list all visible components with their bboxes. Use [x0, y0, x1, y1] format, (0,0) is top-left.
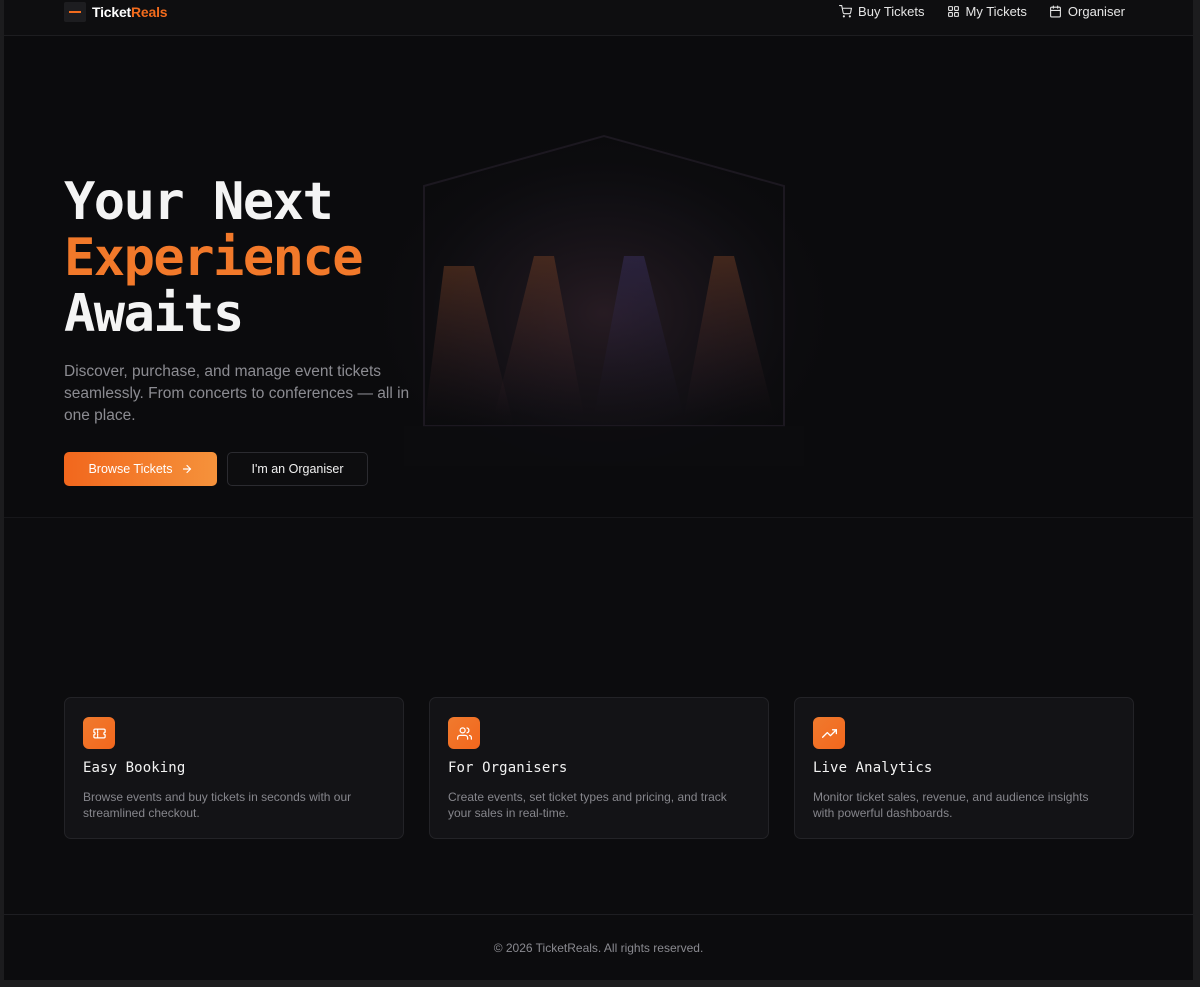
nav-link-my-tickets[interactable]: My Tickets	[947, 4, 1027, 19]
hero-subtitle: Discover, purchase, and manage event tic…	[64, 363, 410, 424]
brand-name: TicketReals	[92, 4, 168, 20]
hero-title: Your Next Experience Awaits	[64, 172, 364, 344]
feature-title: Easy Booking	[83, 760, 186, 776]
feature-icon-badge	[83, 717, 115, 749]
cart-icon	[839, 5, 853, 18]
nav-link-organiser[interactable]: Organiser	[1049, 4, 1125, 19]
brand-name-part1: Ticket	[92, 4, 132, 20]
brand-name-part2: Reals	[131, 4, 168, 20]
ticket-icon	[92, 728, 106, 738]
feature-card-easy-booking: Easy Booking Browse events and buy ticke…	[64, 697, 404, 839]
feature-description: Browse events and buy tickets in seconds…	[83, 790, 352, 820]
browse-tickets-label: Browse Tickets	[88, 462, 173, 476]
nav-link-buy-tickets[interactable]: Buy Tickets	[839, 4, 925, 19]
organiser-button[interactable]: I'm an Organiser	[227, 452, 368, 486]
feature-card-for-organisers: For Organisers Create events, set ticket…	[429, 697, 769, 839]
footer: © 2026 TicketReals. All rights reserved.	[4, 914, 1193, 980]
feature-icon-badge	[448, 717, 480, 749]
hero-title-line-1: Your Next	[64, 172, 334, 232]
feature-icon-badge	[813, 717, 845, 749]
hero-title-line-2: Experience	[64, 228, 364, 288]
feature-card-live-analytics: Live Analytics Monitor ticket sales, rev…	[794, 697, 1134, 839]
feature-description: Create events, set ticket types and pric…	[448, 790, 727, 820]
nav-links: Buy Tickets My Tickets Organiser	[839, 4, 1125, 19]
feature-title: Live Analytics	[813, 760, 933, 776]
browse-tickets-button[interactable]: Browse Tickets	[64, 452, 217, 486]
feature-title: For Organisers	[448, 760, 568, 776]
arrow-right-icon	[182, 464, 191, 474]
top-navbar: TicketReals Buy Tickets My Tickets Organ…	[4, 0, 1193, 36]
feature-description: Monitor ticket sales, revenue, and audie…	[813, 790, 1089, 820]
nav-link-label: Buy Tickets	[858, 4, 925, 19]
app-frame: TicketReals Buy Tickets My Tickets Organ…	[4, 0, 1193, 980]
copyright-text: © 2026 TicketReals. All rights reserved.	[493, 941, 704, 955]
calendar-icon	[1050, 5, 1061, 18]
nav-link-label: My Tickets	[965, 4, 1027, 19]
brand-logo-icon	[64, 2, 86, 22]
users-icon	[456, 726, 472, 740]
concert-stage-background-image	[384, 126, 824, 466]
section-divider	[4, 517, 1193, 518]
nav-link-label: Organiser	[1067, 4, 1125, 19]
trending-up-icon	[821, 728, 837, 738]
hero-section: Your Next Experience Awaits Discover, pu…	[4, 36, 1193, 518]
grid-icon	[947, 6, 959, 17]
brand[interactable]: TicketReals	[64, 1, 168, 23]
hero-title-line-3: Awaits	[64, 284, 244, 344]
features-section: Easy Booking Browse events and buy ticke…	[64, 697, 1134, 839]
